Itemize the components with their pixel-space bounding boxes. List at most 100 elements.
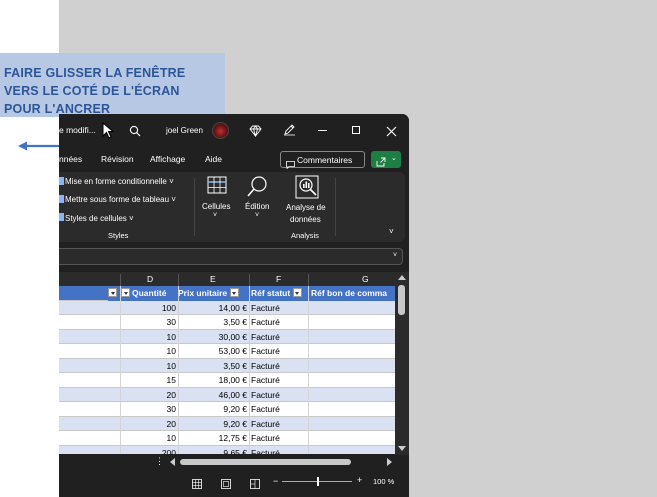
title-bar[interactable]: e modifi... joel Green	[59, 114, 409, 148]
table-row[interactable]: 20 9,20 € Facturé	[59, 416, 395, 432]
cell-statut[interactable]: Facturé	[249, 417, 308, 432]
cell-prix[interactable]: 18,00 €	[178, 373, 249, 388]
filter-dropdown-icon[interactable]	[292, 288, 302, 297]
cell-statut[interactable]: Facturé	[249, 330, 308, 345]
cell-styles-button[interactable]: Styles de cellules ˅	[65, 214, 134, 223]
vertical-scrollbar[interactable]	[395, 272, 409, 455]
col-letter-g[interactable]: G	[362, 274, 369, 284]
header-prix-unitaire[interactable]: Prix unitaire	[178, 286, 249, 301]
cell-quantite[interactable]: 100	[120, 301, 178, 316]
search-icon[interactable]	[129, 124, 141, 142]
cell-prix[interactable]: 46,00 €	[178, 388, 249, 403]
collapse-ribbon-icon[interactable]: ˅	[389, 227, 394, 236]
scroll-right-icon[interactable]	[387, 458, 392, 466]
header-ref-bon[interactable]: Réf bon de comma	[309, 286, 395, 301]
table-row[interactable]: 100 14,00 € Facturé	[59, 300, 395, 316]
cell-statut[interactable]: Facturé	[249, 315, 308, 330]
cell-prix[interactable]: 53,00 €	[178, 344, 249, 359]
cell-quantite[interactable]: 20	[120, 388, 178, 403]
cell-statut[interactable]: Facturé	[249, 359, 308, 374]
cell-prix[interactable]: 3,50 €	[178, 315, 249, 330]
cell-quantite[interactable]: 200	[120, 446, 178, 455]
table-row[interactable]: 30 3,50 € Facturé	[59, 315, 395, 330]
cell-quantite[interactable]: 10	[120, 330, 178, 345]
cell-quantite[interactable]: 15	[120, 373, 178, 388]
tab-revision[interactable]: Révision	[101, 154, 134, 164]
comments-button[interactable]: Commentaires	[280, 151, 365, 170]
expand-formula-icon[interactable]: ˅	[393, 252, 397, 259]
conditional-formatting-button[interactable]: Mise en forme conditionnelle ˅	[65, 177, 174, 186]
table-row[interactable]: 20 46,00 € Facturé	[59, 387, 395, 403]
table-row[interactable]: 10 53,00 € Facturé	[59, 344, 395, 359]
cell-statut[interactable]: Facturé	[249, 388, 308, 403]
formula-bar[interactable]: ˅	[59, 248, 403, 265]
scroll-up-icon[interactable]	[398, 275, 406, 280]
table-row[interactable]: 30 9,20 € Facturé	[59, 402, 395, 417]
spreadsheet-grid[interactable]: Quantité Prix unitaire Réf statut Réf bo…	[59, 286, 395, 454]
cell-prix[interactable]: 30,00 €	[178, 330, 249, 345]
scroll-thumb[interactable]	[398, 285, 405, 315]
conditional-format-icon	[59, 177, 64, 185]
excel-window[interactable]: e modifi... joel Green nnées Révision Af…	[59, 114, 409, 497]
zoom-out-icon[interactable]: −	[273, 476, 278, 486]
table-row[interactable]: 10 30,00 € Facturé	[59, 329, 395, 345]
cell-quantite[interactable]: 30	[120, 402, 178, 417]
tab-donnees[interactable]: nnées	[59, 154, 82, 164]
cell-prix[interactable]: 9,20 €	[178, 417, 249, 432]
cell-statut[interactable]: Facturé	[249, 431, 308, 446]
tab-affichage[interactable]: Affichage	[150, 154, 185, 164]
scroll-left-icon[interactable]	[170, 458, 175, 466]
cell-prix[interactable]: 9,20 €	[178, 402, 249, 417]
header-ref-statut[interactable]: Réf statut	[249, 286, 308, 301]
cell-quantite[interactable]: 30	[120, 315, 178, 330]
cell-quantite[interactable]: 10	[120, 431, 178, 446]
zoom-slider-thumb[interactable]	[317, 477, 319, 486]
cell-quantite[interactable]: 10	[120, 359, 178, 374]
col-letter-f[interactable]: F	[276, 274, 281, 284]
table-row[interactable]: 15 18,00 € Facturé	[59, 373, 395, 388]
table-row[interactable]: 200 9,65 € Facturé	[59, 445, 395, 455]
cell-quantite[interactable]: 20	[120, 417, 178, 432]
table-row[interactable]: 10 12,75 € Facturé	[59, 431, 395, 446]
table-row[interactable]: 10 3,50 € Facturé	[59, 358, 395, 374]
tab-aide[interactable]: Aide	[205, 154, 222, 164]
pen-icon[interactable]	[283, 123, 296, 141]
filter-dropdown-icon[interactable]	[229, 288, 239, 297]
cell-prix[interactable]: 14,00 €	[178, 301, 249, 316]
col-letter-e[interactable]: E	[210, 274, 216, 284]
analyze-data-button[interactable]: Analyse de données	[282, 174, 332, 228]
horizontal-scroll-thumb[interactable]	[180, 459, 351, 465]
scroll-down-icon[interactable]	[398, 446, 406, 451]
zoom-level[interactable]: 100 %	[373, 477, 394, 486]
cell-prix[interactable]: 12,75 €	[178, 431, 249, 446]
filter-dropdown-icon[interactable]	[108, 286, 120, 301]
cell-statut[interactable]: Facturé	[249, 402, 308, 417]
styles-group-label: Styles	[108, 231, 129, 240]
normal-view-icon[interactable]	[192, 476, 202, 494]
cell-statut[interactable]: Facturé	[249, 344, 308, 359]
zoom-in-icon[interactable]: +	[357, 475, 362, 485]
more-options-icon[interactable]: ⋮	[155, 456, 164, 467]
page-layout-icon[interactable]	[221, 476, 231, 494]
cell-quantite[interactable]: 10	[120, 344, 178, 359]
format-as-table-button[interactable]: Mettre sous forme de tableau ˅	[65, 195, 176, 204]
filter-dropdown-icon[interactable]	[121, 288, 130, 297]
cells-button[interactable]: Cellules ˅	[198, 174, 236, 228]
avatar[interactable]	[212, 122, 229, 139]
user-name[interactable]: joel Green	[166, 126, 203, 135]
cell-statut[interactable]: Facturé	[249, 446, 308, 455]
maximize-icon[interactable]	[352, 126, 360, 134]
col-letter-d[interactable]: D	[147, 274, 153, 284]
edit-button[interactable]: Édition ˅	[239, 174, 277, 228]
share-button[interactable]: ⌄	[371, 151, 401, 168]
cell-prix[interactable]: 3,50 €	[178, 359, 249, 374]
close-icon[interactable]	[386, 124, 397, 142]
cell-statut[interactable]: Facturé	[249, 301, 308, 316]
minimize-icon[interactable]	[318, 130, 327, 131]
cell-statut[interactable]: Facturé	[249, 373, 308, 388]
ribbon-tabs[interactable]: nnées Révision Affichage Aide Commentair…	[59, 148, 409, 170]
diamond-icon[interactable]	[249, 124, 262, 142]
cell-prix[interactable]: 9,65 €	[178, 446, 249, 455]
header-quantite[interactable]: Quantité	[120, 286, 178, 301]
page-break-icon[interactable]	[250, 476, 260, 494]
